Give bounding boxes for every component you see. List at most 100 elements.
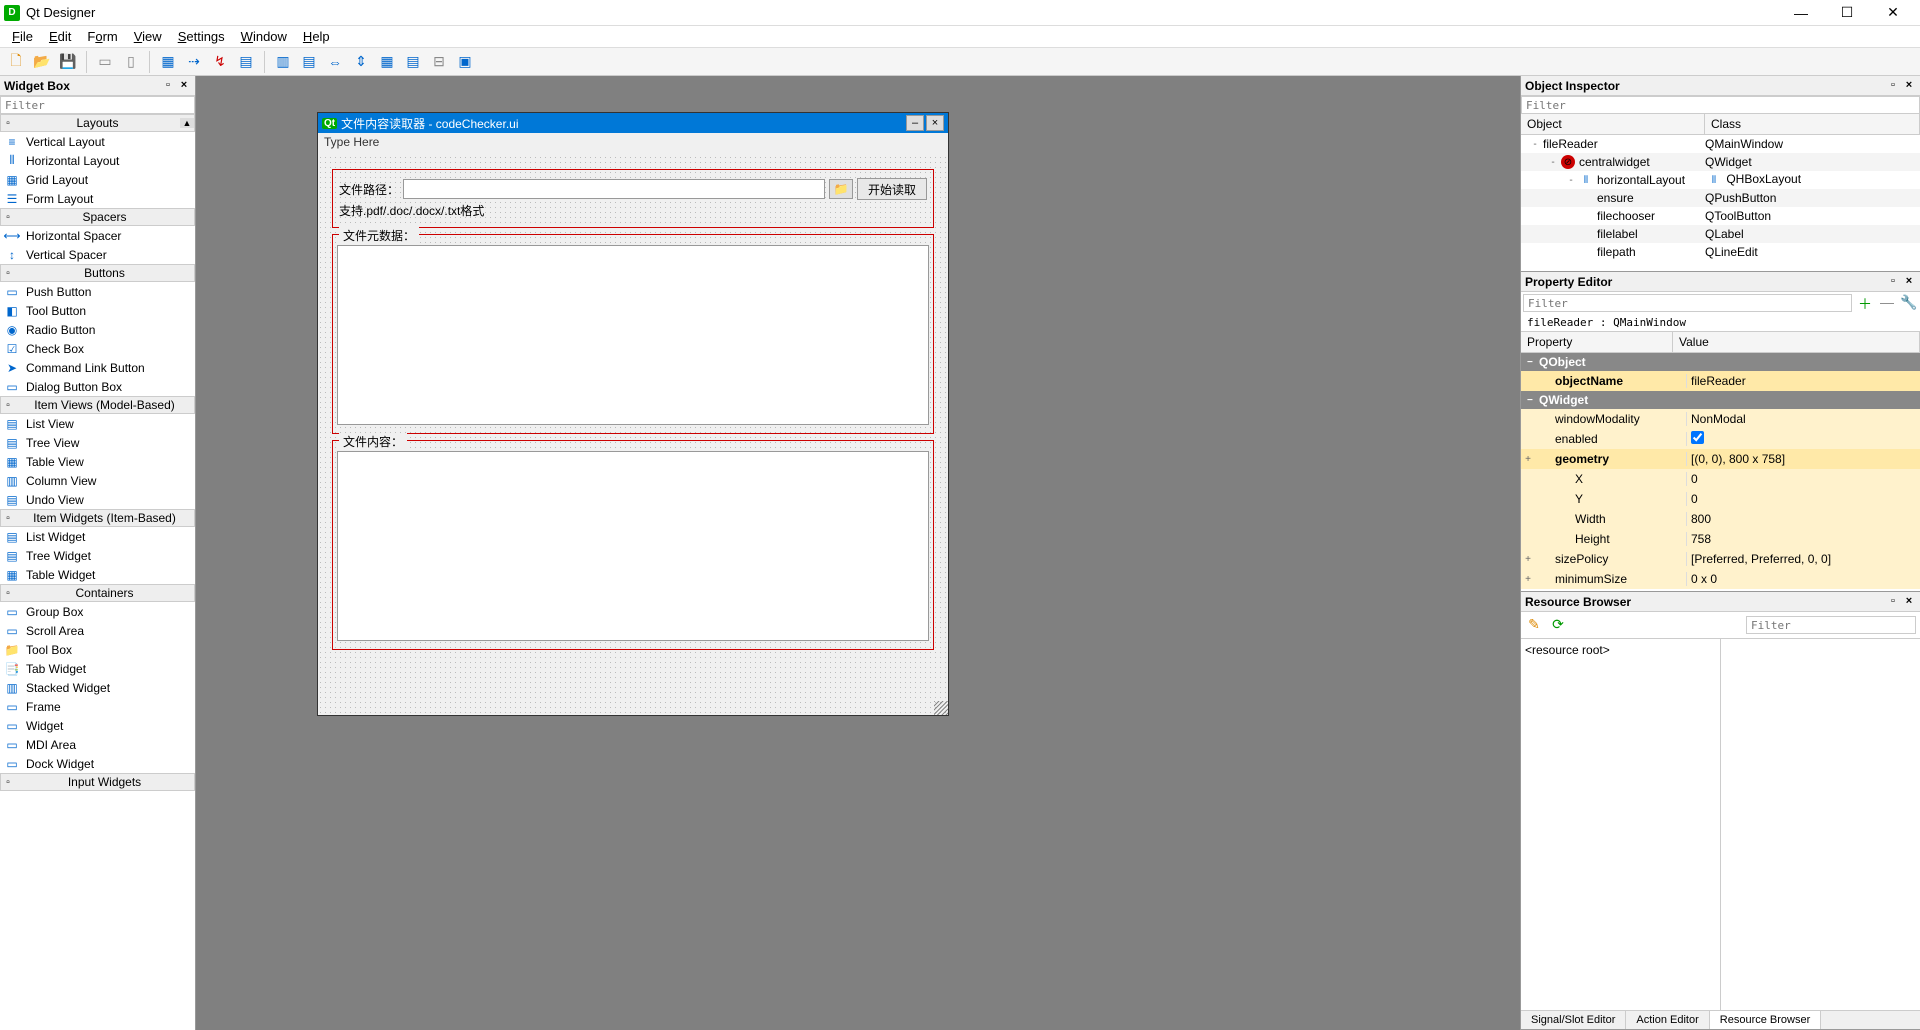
widget-item[interactable]: ▥Column View [0, 471, 195, 490]
property-editor-filter[interactable] [1523, 294, 1852, 312]
tab-action-editor[interactable]: Action Editor [1626, 1011, 1709, 1029]
property-list[interactable]: −QObjectobjectNamefileReader−QWidgetwind… [1521, 353, 1920, 591]
widget-item[interactable]: ☰Form Layout [0, 189, 195, 208]
content-groupbox[interactable]: 文件内容： [332, 440, 934, 650]
col-class[interactable]: Class [1705, 114, 1920, 134]
widget-item[interactable]: ▭Dialog Button Box [0, 377, 195, 396]
minimize-button[interactable]: — [1778, 0, 1824, 26]
close-panel-icon[interactable]: × [177, 79, 191, 93]
widget-item[interactable]: ▤List View [0, 414, 195, 433]
widget-item[interactable]: ▦Table Widget [0, 565, 195, 584]
widget-category[interactable]: ▫Layouts▲ [0, 114, 195, 132]
remove-property-icon[interactable]: — [1878, 294, 1896, 312]
widget-box-filter[interactable] [0, 96, 195, 114]
object-tree-row[interactable]: -⊘centralwidgetQWidget [1521, 153, 1920, 171]
object-tree-row[interactable]: filepathQLineEdit [1521, 243, 1920, 261]
property-row[interactable]: +sizePolicy[Preferred, Preferred, 0, 0] [1521, 549, 1920, 569]
widget-item[interactable]: ▭Push Button [0, 282, 195, 301]
object-tree-row[interactable]: -fileReaderQMainWindow [1521, 135, 1920, 153]
widget-item[interactable]: ▤Tree View [0, 433, 195, 452]
widget-item[interactable]: ≡Vertical Layout [0, 132, 195, 151]
undock-icon[interactable]: ▫ [1886, 275, 1900, 289]
add-property-icon[interactable]: ＋ [1856, 294, 1874, 312]
settings-icon[interactable]: 🔧 [1900, 294, 1918, 312]
enabled-checkbox[interactable] [1691, 431, 1704, 444]
widget-category[interactable]: ▫Spacers [0, 208, 195, 226]
menu-window[interactable]: Window [233, 27, 295, 46]
widget-item[interactable]: ◧Tool Button [0, 301, 195, 320]
design-window[interactable]: Qt 文件内容读取器 - codeChecker.ui – × Type Her… [317, 112, 949, 716]
property-subrow[interactable]: Width800 [1521, 509, 1920, 529]
object-tree-row[interactable]: ensureQPushButton [1521, 189, 1920, 207]
property-row[interactable]: +minimumSize0 x 0 [1521, 569, 1920, 589]
widget-category[interactable]: ▫Item Widgets (Item-Based) [0, 509, 195, 527]
resource-root[interactable]: <resource root> [1525, 643, 1716, 657]
undock-icon[interactable]: ▫ [1886, 79, 1900, 93]
filepath-section[interactable]: 文件路径： 📁 开始读取 支持.pdf/.doc/.docx/.txt格式 [332, 169, 934, 228]
property-row[interactable]: objectNamefileReader [1521, 371, 1920, 391]
object-tree-row[interactable]: filelabelQLabel [1521, 225, 1920, 243]
layout-vs-icon[interactable]: ⇕ [349, 50, 373, 74]
widget-item[interactable]: ▦Grid Layout [0, 170, 195, 189]
col-value[interactable]: Value [1673, 332, 1920, 352]
property-row[interactable]: enabled [1521, 429, 1920, 449]
widget-item[interactable]: ▤List Widget [0, 527, 195, 546]
widget-item[interactable]: ▥Stacked Widget [0, 678, 195, 697]
widget-category[interactable]: ▫Input Widgets [0, 773, 195, 791]
widget-item[interactable]: ➤Command Link Button [0, 358, 195, 377]
property-group[interactable]: −QWidget [1521, 391, 1920, 409]
widget-item[interactable]: ▭Scroll Area [0, 621, 195, 640]
widget-item[interactable]: ☑Check Box [0, 339, 195, 358]
widget-item[interactable]: ▭MDI Area [0, 735, 195, 754]
widget-item[interactable]: ▤Tree Widget [0, 546, 195, 565]
maximize-button[interactable]: ☐ [1824, 0, 1870, 26]
widget-item[interactable]: ▭Widget [0, 716, 195, 735]
design-canvas[interactable]: Qt 文件内容读取器 - codeChecker.ui – × Type Her… [196, 76, 1520, 1030]
send-back-icon[interactable]: ▭ [93, 50, 117, 74]
widget-item[interactable]: ▭Frame [0, 697, 195, 716]
open-file-icon[interactable]: 📂 [30, 50, 54, 74]
filepath-input[interactable] [403, 179, 825, 199]
save-file-icon[interactable]: 💾 [56, 50, 80, 74]
resize-handle-icon[interactable] [934, 701, 948, 715]
menu-edit[interactable]: Edit [41, 27, 79, 46]
menu-form[interactable]: Form [79, 27, 125, 46]
object-tree-row[interactable]: filechooserQToolButton [1521, 207, 1920, 225]
widget-item[interactable]: ⦀Horizontal Layout [0, 151, 195, 170]
layout-hs-icon[interactable]: ⇔ [323, 50, 347, 74]
widget-item[interactable]: ↕Vertical Spacer [0, 245, 195, 264]
object-inspector-filter[interactable] [1521, 96, 1920, 114]
close-panel-icon[interactable]: × [1902, 595, 1916, 609]
layout-grid-icon[interactable]: ▦ [375, 50, 399, 74]
edit-resource-icon[interactable]: ✎ [1525, 616, 1543, 634]
content-textarea[interactable] [337, 451, 929, 641]
reload-resource-icon[interactable]: ⟳ [1549, 616, 1567, 634]
col-object[interactable]: Object [1521, 114, 1705, 134]
object-tree-row[interactable]: -⦀horizontalLayout⦀ QHBoxLayout [1521, 171, 1920, 189]
layout-h-icon[interactable]: ▥ [271, 50, 295, 74]
widget-item[interactable]: 📁Tool Box [0, 640, 195, 659]
menu-settings[interactable]: Settings [170, 27, 233, 46]
filechooser-button[interactable]: 📁 [829, 179, 853, 199]
layout-form-icon[interactable]: ▤ [401, 50, 425, 74]
tab-resource-browser[interactable]: Resource Browser [1710, 1011, 1821, 1029]
edit-signals-icon[interactable]: ⇢ [182, 50, 206, 74]
start-read-button[interactable]: 开始读取 [857, 178, 927, 200]
design-menubar[interactable]: Type Here [318, 133, 948, 155]
close-panel-icon[interactable]: × [1902, 275, 1916, 289]
widget-item[interactable]: ◉Radio Button [0, 320, 195, 339]
metadata-textarea[interactable] [337, 245, 929, 425]
undock-icon[interactable]: ▫ [1886, 595, 1900, 609]
break-layout-icon[interactable]: ⊟ [427, 50, 451, 74]
widget-item[interactable]: ⟷Horizontal Spacer [0, 226, 195, 245]
menu-view[interactable]: View [126, 27, 170, 46]
undock-icon[interactable]: ▫ [161, 79, 175, 93]
widget-item[interactable]: ▭Dock Widget [0, 754, 195, 773]
close-button[interactable]: ✕ [1870, 0, 1916, 26]
edit-taborder-icon[interactable]: ▤ [234, 50, 258, 74]
design-body[interactable]: 文件路径： 📁 开始读取 支持.pdf/.doc/.docx/.txt格式 文件… [318, 155, 948, 715]
adjust-size-icon[interactable]: ▣ [453, 50, 477, 74]
widget-category[interactable]: ▫Buttons [0, 264, 195, 282]
widget-item[interactable]: ▭Group Box [0, 602, 195, 621]
metadata-groupbox[interactable]: 文件元数据： [332, 234, 934, 434]
